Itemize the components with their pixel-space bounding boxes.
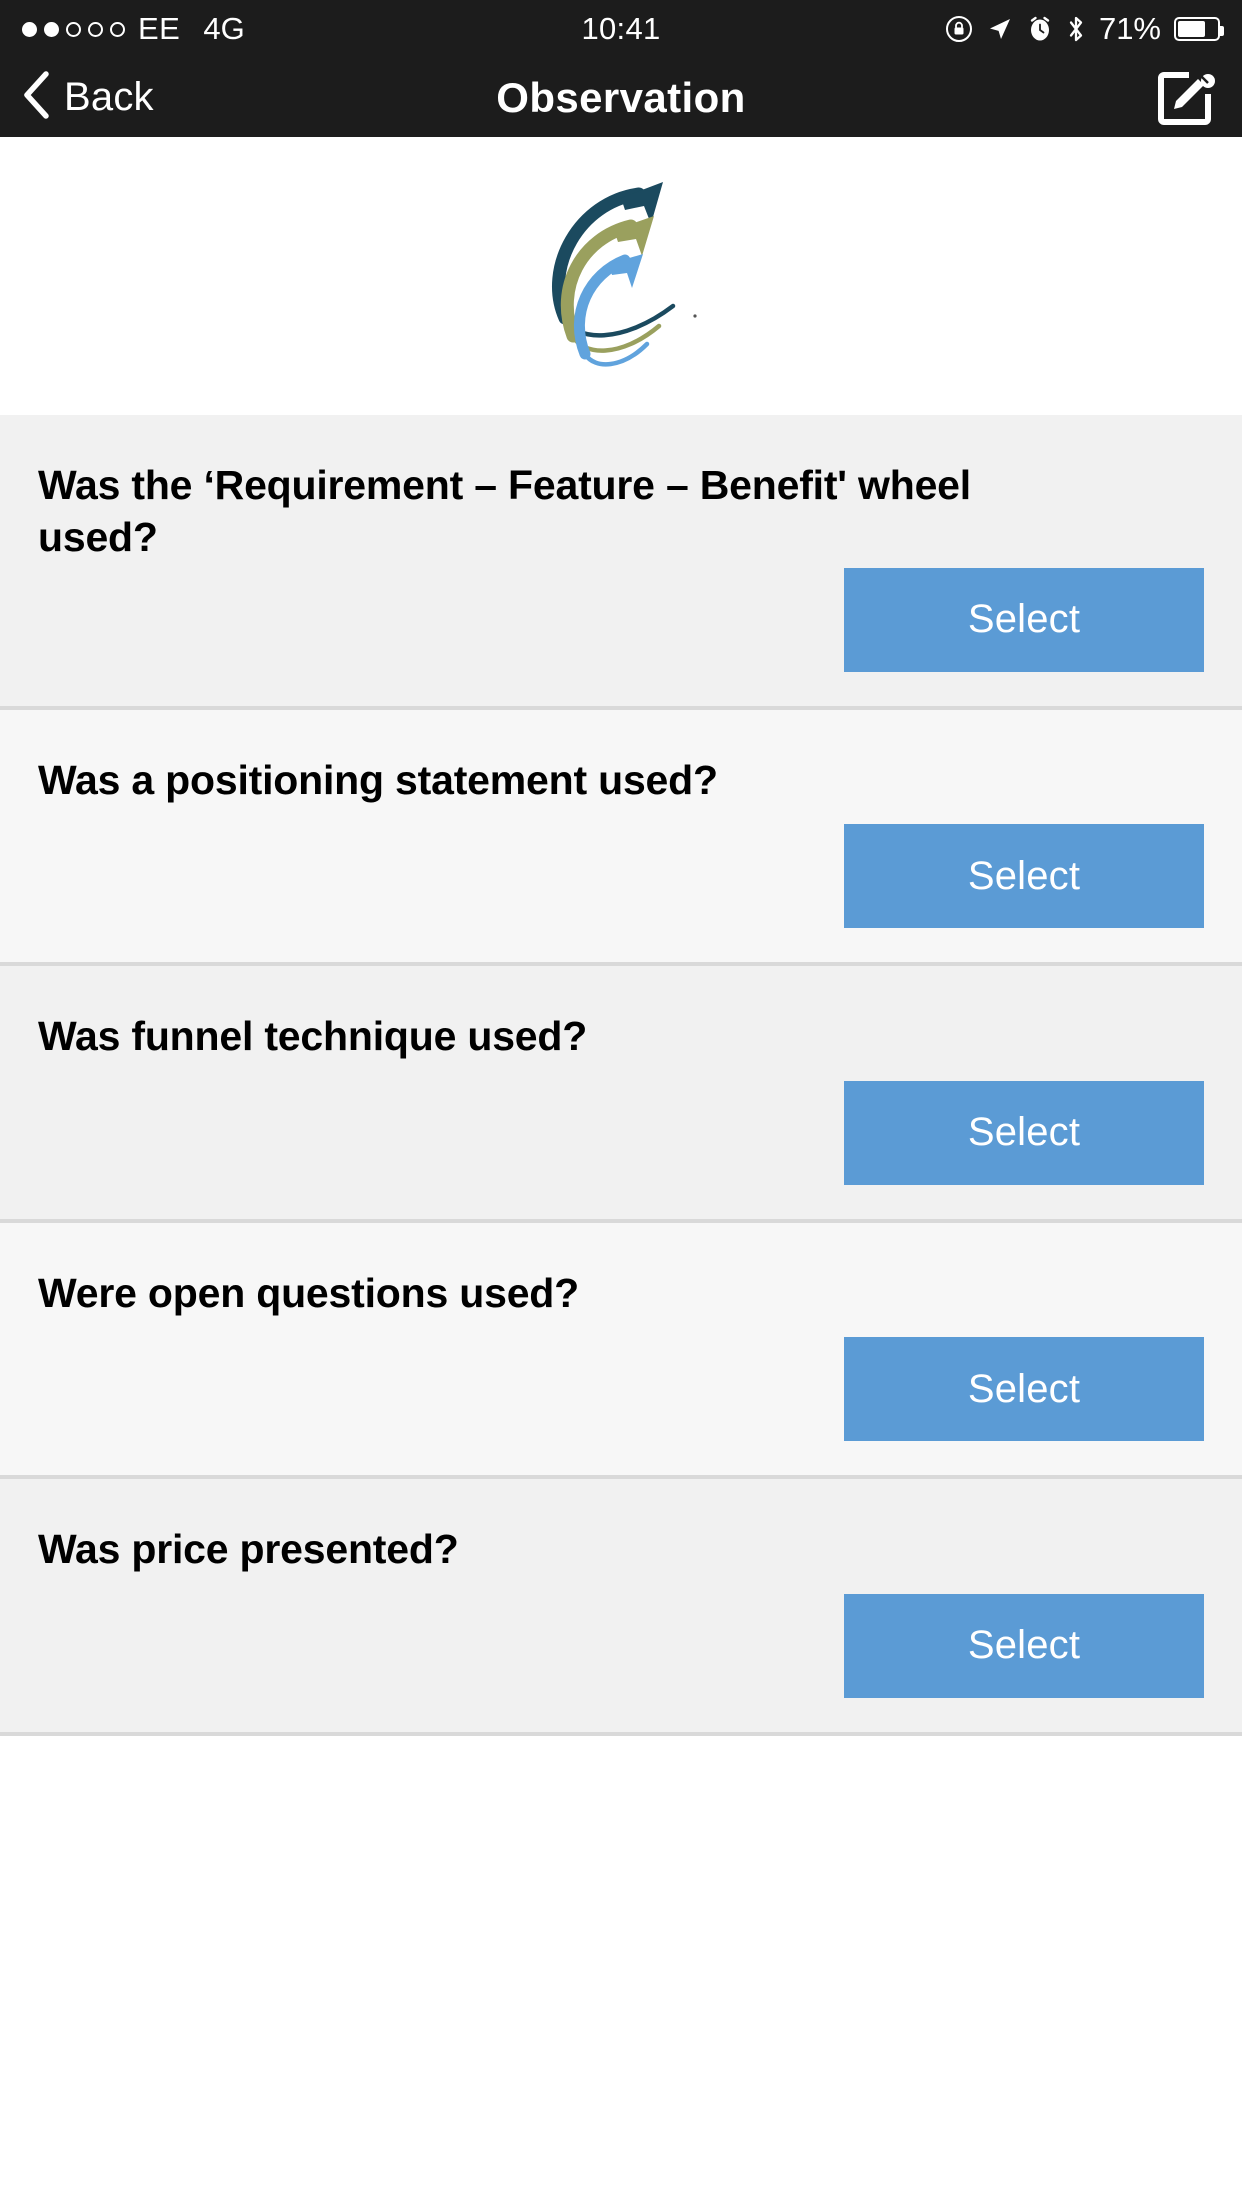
chevron-left-icon: [22, 71, 50, 124]
rotation-lock-icon: [945, 15, 973, 43]
question-row-actions: Select: [38, 1080, 1204, 1185]
select-button[interactable]: Select: [844, 1593, 1204, 1698]
page-title: Observation: [496, 73, 746, 121]
question-text: Were open questions used?: [38, 1269, 579, 1316]
navigation-bar: Back Observation: [0, 58, 1242, 137]
bluetooth-icon: [1066, 14, 1086, 44]
question-row: Was a positioning statement used? Select: [0, 709, 1242, 967]
compose-edit-button[interactable]: [1156, 63, 1220, 132]
question-text: Was price presented?: [38, 1526, 459, 1573]
question-row: Was price presented? Select: [0, 1479, 1242, 1736]
question-text: Was funnel technique used?: [38, 1013, 588, 1060]
question-text: Was a positioning statement used?: [38, 756, 718, 803]
select-button[interactable]: Select: [844, 824, 1204, 929]
question-row-actions: Select: [38, 824, 1204, 929]
question-row: Was funnel technique used? Select: [0, 966, 1242, 1223]
observation-question-list: Was the ‘Requirement – Feature – Benefit…: [0, 415, 1242, 1736]
select-button[interactable]: Select: [844, 1080, 1204, 1185]
question-row: Was the ‘Requirement – Feature – Benefit…: [0, 415, 1242, 710]
back-button[interactable]: Back: [22, 71, 154, 124]
back-button-label: Back: [64, 75, 154, 119]
alarm-clock-icon: [1027, 15, 1053, 43]
status-bar-right: 71%: [945, 11, 1224, 47]
question-row-actions: Select: [38, 1337, 1204, 1442]
compose-edit-icon: [1156, 72, 1220, 131]
question-row-actions: Select: [38, 567, 1204, 672]
list-bottom-spacer: [0, 1735, 1242, 1796]
battery-icon: [1174, 17, 1224, 41]
app-logo-area: [0, 137, 1242, 415]
question-row: Were open questions used? Select: [0, 1222, 1242, 1480]
question-text: Was the ‘Requirement – Feature – Benefit…: [38, 462, 971, 561]
select-button[interactable]: Select: [844, 1337, 1204, 1442]
select-button[interactable]: Select: [844, 567, 1204, 672]
location-arrow-icon: [986, 15, 1014, 43]
battery-percent-label: 71%: [1098, 11, 1161, 46]
status-bar: EE 4G 10:41 71%: [0, 0, 1242, 58]
three-arrows-swoosh-logo: [513, 168, 729, 384]
question-row-actions: Select: [38, 1593, 1204, 1698]
